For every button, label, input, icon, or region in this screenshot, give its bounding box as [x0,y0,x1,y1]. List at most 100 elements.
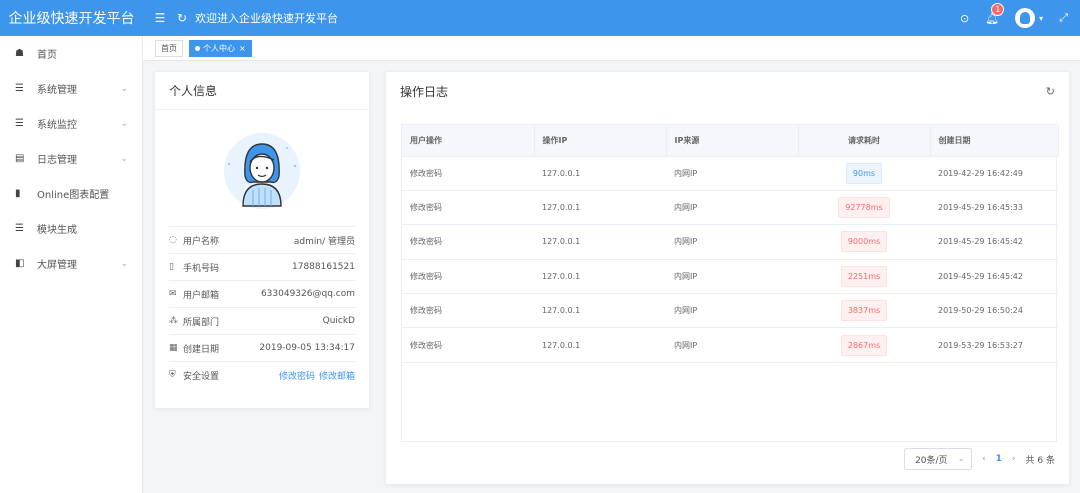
page-number[interactable]: 1 [996,454,1002,464]
help-icon[interactable]: ⊙ [960,12,969,25]
close-icon[interactable]: × [239,44,246,53]
log-card: 操作日志 ↻ 用户操作 操作IP IP来源 请求耗时 创建日期 修改密码 127.0.0.… [385,71,1070,485]
profile-card-title: 个人信息 [155,72,369,110]
sidebar-item-label: 系统管理 [37,85,77,96]
total-count: 共 6 条 [1025,455,1055,466]
screen-icon: ◧ [15,258,25,269]
chevron-down-icon: ▾ [1039,13,1044,23]
cell-duration: 90ms [798,156,930,191]
list-icon: ☰ [15,83,24,94]
refresh-icon[interactable]: ↻ [177,11,187,25]
cell-duration: 2867ms [798,327,930,363]
shield-icon: ⛨ [169,370,176,380]
table-row: 修改密码 127.0.0.1 内网IP 92778ms 2019-45-29 16:45… [402,190,1058,226]
bar-chart-icon: ▮ [15,188,21,199]
profile-info-label: 用户邮箱 [183,290,220,301]
next-page-icon[interactable]: › [1012,454,1016,464]
profile-info-label: 所属部门 [183,317,220,328]
welcome-text: 欢迎进入企业级快速开发平台 [195,12,339,25]
column-header[interactable]: 创建日期 [930,125,1059,157]
dashboard-icon: ☗ [15,48,24,59]
cell-action: 修改密码 [402,224,534,260]
cell-action: 修改密码 [402,190,534,226]
cell-date: 2019-45-29 16:45:42 [930,259,1058,295]
column-header[interactable]: IP来源 [666,125,799,157]
duration-tag: 2251ms [840,265,888,287]
profile-info-value: admin/ 管理员 [293,236,355,247]
reload-icon[interactable]: ↻ [1046,85,1055,98]
profile-info-label: 创建日期 [183,344,220,355]
app-logo-title: 企业级快速开发平台 [0,0,143,36]
prev-page-icon[interactable]: ‹ [982,454,986,464]
duration-tag: 3837ms [840,300,888,322]
sidebar-item[interactable]: ▤ 日志管理 ⌄ [0,141,142,176]
profile-info-row: ◌ 用户名称 admin/ 管理员 [169,226,355,253]
cell-ip: 127.0.0.1 [534,259,666,295]
sidebar: ☗ 首页 ☰ 系统管理 ⌄ ☰ 系统监控 ⌄ ▤ 日志管理 ⌄ ▮ Online图表配置 ☰ 模块生成 ◧ 大屏… [0,36,143,493]
tab-home-label: 首页 [161,43,177,53]
user-menu[interactable]: ▾ [1015,8,1043,28]
page-size-select[interactable]: 20条/页 ⌄ [904,448,973,470]
cell-duration: 2251ms [798,259,930,295]
mail-icon: ✉ [169,289,177,299]
log-table: 用户操作 操作IP IP来源 请求耗时 创建日期 修改密码 127.0.0.1 内网IP 90… [401,124,1059,442]
active-dot-icon [195,45,200,51]
top-bar: ☰ ↻ 欢迎进入企业级快速开发平台 ⊙ 🔔︎ 1 ▾ ⤢ [143,0,1080,36]
table-row: 修改密码 127.0.0.1 内网IP 9000ms 2019-45-29 16:45:… [402,224,1058,260]
column-header[interactable]: 操作IP [534,125,667,157]
cell-source: 内网IP [666,190,798,226]
cell-duration: 3837ms [798,293,930,329]
sidebar-item[interactable]: ☰ 系统管理 ⌄ [0,71,142,106]
tab-profile-label: 个人中心 [203,43,235,53]
sidebar-item-label: 首页 [37,50,57,61]
fullscreen-icon[interactable]: ⤢ [1059,11,1068,25]
profile-info-row: ⁂ 所属部门 QuickD [169,307,355,334]
file-icon: ▤ [15,153,25,164]
duration-tag: 90ms [845,162,883,184]
duration-tag: 2867ms [840,334,888,356]
bell-icon[interactable]: 🔔︎ 1 [985,2,1005,25]
duration-tag: 92778ms [838,197,890,219]
profile-info-value: 17888161521 [292,262,355,272]
sidebar-item[interactable]: ☰ 模块生成 [0,211,142,246]
column-header[interactable]: 用户操作 [402,125,535,157]
pagination: 20条/页 ⌄ ‹ 1 › 共 6 条 [904,448,1055,470]
calendar-icon: ▦ [169,343,178,353]
cell-action: 修改密码 [402,259,534,295]
column-header[interactable]: 请求耗时 [798,125,931,157]
table-header-row: 用户操作 操作IP IP来源 请求耗时 创建日期 [402,125,1059,157]
org-icon: ⁂ [169,316,178,326]
sidebar-item[interactable]: ☗ 首页 [0,36,142,71]
cell-action: 修改密码 [402,327,534,363]
profile-info-row: ✉ 用户邮箱 633049326@qq.com [169,280,355,307]
profile-info-value: QuickD [322,316,355,326]
cell-source: 内网IP [666,224,798,260]
sidebar-item[interactable]: ▮ Online图表配置 [0,176,142,211]
menu-toggle-icon[interactable]: ☰ [149,11,171,25]
profile-info-value: 633049326@qq.com [260,289,355,299]
cell-ip: 127.0.0.1 [534,224,666,260]
cell-source: 内网IP [666,259,798,295]
security-settings-row: ⛨ 安全设置 修改密码 修改邮箱 [169,361,355,388]
profile-card: 个人信息 ◌ 用户名称 admin/ 管理员 ▯ 手机号码 17888161521 ✉ 用户邮… [154,71,370,409]
sidebar-item[interactable]: ◧ 大屏管理 ⌄ [0,246,142,281]
change-password-link[interactable]: 修改密码 [279,372,315,382]
profile-info-list: ◌ 用户名称 admin/ 管理员 ▯ 手机号码 17888161521 ✉ 用户邮箱 6330… [169,226,355,388]
sidebar-item[interactable]: ☰ 系统监控 ⌄ [0,106,142,141]
cell-source: 内网IP [666,156,798,191]
cell-date: 2019-50-29 16:50:24 [930,293,1058,329]
change-email-link[interactable]: 修改邮箱 [319,372,355,382]
security-label: 安全设置 [183,371,220,382]
log-card-title: 操作日志 [400,84,449,99]
cell-source: 内网IP [666,327,798,363]
phone-icon: ▯ [169,262,174,272]
sidebar-item-label: 系统监控 [37,120,77,131]
tab-home[interactable]: 首页 [155,39,183,57]
profile-info-label: 手机号码 [183,263,220,274]
cell-ip: 127.0.0.1 [534,327,666,363]
profile-info-row: ▦ 创建日期 2019-09-05 13:34:17 [169,334,355,361]
sidebar-item-label: 日志管理 [37,155,77,166]
profile-avatar [224,133,300,209]
duration-tag: 9000ms [840,231,888,253]
tab-profile[interactable]: 个人中心 × [189,39,252,57]
